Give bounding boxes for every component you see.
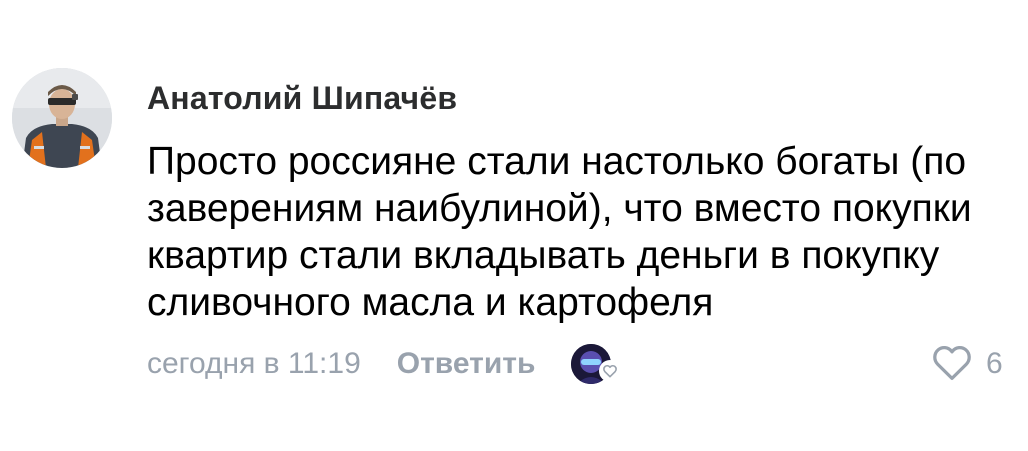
comment-meta: сегодня в 11:19 Ответить [147, 344, 627, 384]
comment-text: Просто россияне стали настолько богаты (… [147, 140, 972, 324]
heart-outline-icon [599, 360, 622, 382]
comment: Анатолий Шипачёв Просто россияне стали н… [0, 0, 1028, 451]
author-avatar[interactable] [12, 68, 112, 168]
like-count: 6 [986, 347, 1003, 380]
reply-button[interactable]: Ответить [397, 347, 536, 381]
author-name[interactable]: Анатолий Шипачёв [147, 80, 457, 117]
heart-outline-icon [930, 342, 974, 387]
avatar-photo-icon [12, 68, 112, 168]
like-button[interactable]: 6 [930, 344, 1003, 384]
author-liked-badge [571, 344, 627, 384]
timestamp: сегодня в 11:19 [147, 347, 361, 380]
